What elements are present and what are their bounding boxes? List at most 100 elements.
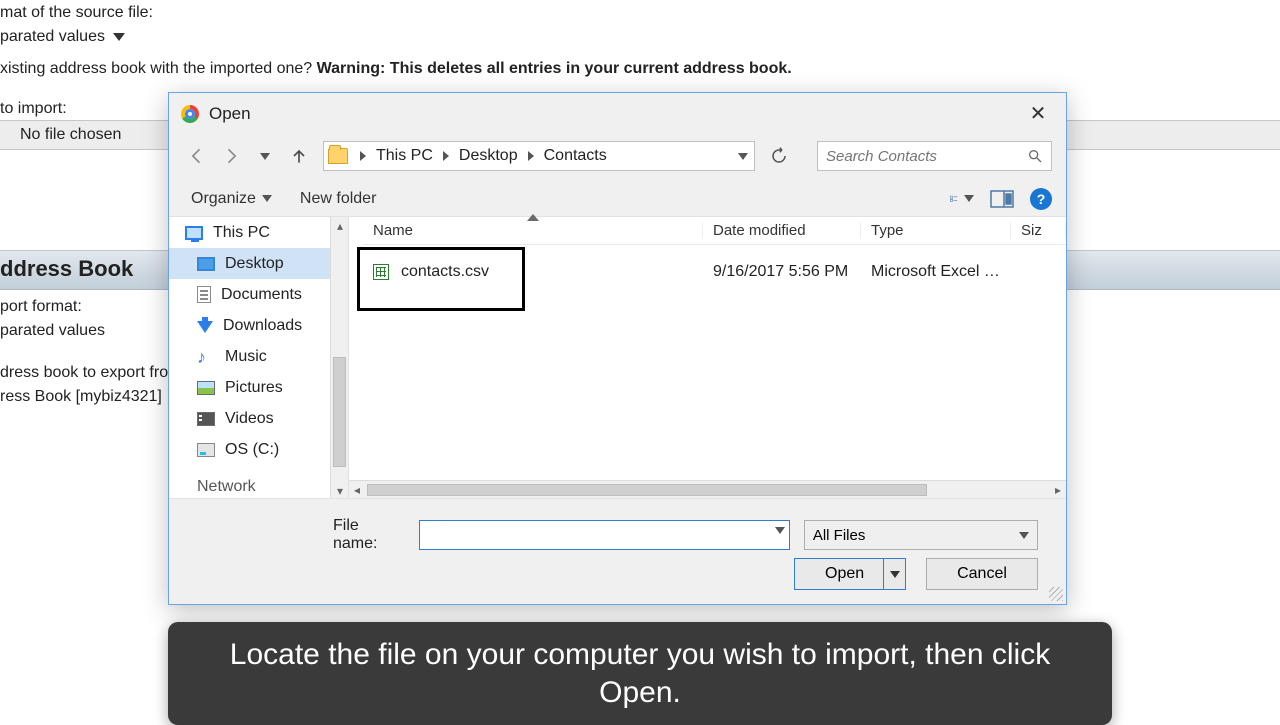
chevron-right-icon — [528, 151, 534, 161]
tree-label: Pictures — [225, 379, 283, 397]
pictures-icon — [197, 381, 215, 395]
tree-label: This PC — [213, 224, 270, 242]
sort-asc-icon — [527, 214, 539, 221]
toolbar: Organize New folder ? — [169, 181, 1066, 217]
col-name[interactable]: Name — [363, 222, 703, 239]
organize-menu[interactable]: Organize — [191, 190, 272, 208]
open-label: Open — [825, 565, 864, 583]
file-name: contacts.csv — [401, 263, 489, 281]
crumb-this-pc[interactable]: This PC — [372, 147, 437, 165]
open-split-dropdown[interactable] — [883, 559, 905, 589]
cancel-button[interactable]: Cancel — [926, 558, 1038, 590]
preview-pane-button[interactable] — [990, 188, 1014, 210]
help-button[interactable]: ? — [1030, 188, 1052, 210]
folder-tree: This PC Desktop Documents Downloads ♪ Mus… — [169, 217, 349, 498]
format-select[interactable]: parated values — [0, 28, 125, 46]
chevron-right-icon — [443, 151, 449, 161]
scroll-thumb[interactable] — [333, 357, 346, 467]
help-icon: ? — [1037, 191, 1046, 207]
forward-button[interactable] — [217, 142, 245, 170]
file-hscrollbar[interactable]: ◂ ▸ — [349, 480, 1066, 498]
chevron-down-icon — [262, 195, 272, 202]
tree-desktop[interactable]: Desktop — [169, 248, 348, 279]
search-input[interactable] — [826, 148, 1027, 165]
crumb-desktop[interactable]: Desktop — [455, 147, 522, 165]
tree-label: OS (C:) — [225, 441, 279, 459]
close-button[interactable]: ✕ — [1016, 99, 1060, 129]
chevron-right-icon — [360, 151, 366, 161]
tree-label: Network — [197, 478, 256, 496]
scroll-down-icon: ▾ — [334, 484, 346, 496]
export-book-value: ress Book [mybiz4321] — [0, 388, 162, 406]
open-button[interactable]: Open — [794, 558, 906, 590]
monitor-icon — [185, 226, 203, 240]
close-icon: ✕ — [1030, 104, 1047, 124]
path-dropdown[interactable] — [738, 153, 752, 160]
export-format-value: parated values — [0, 322, 105, 340]
no-file-chosen: No file chosen — [20, 126, 121, 144]
view-menu[interactable] — [950, 188, 974, 210]
warning-text: Warning: This deletes all entries in you… — [317, 60, 792, 77]
hscroll-thumb[interactable] — [367, 484, 927, 496]
tree-network[interactable]: Network — [169, 471, 348, 498]
col-size[interactable]: Siz — [1011, 222, 1066, 239]
import-label: to import: — [0, 100, 67, 118]
file-row[interactable]: contacts.csv 9/16/2017 5:56 PM Microsoft… — [363, 257, 1056, 287]
search-icon — [1027, 148, 1043, 164]
downloads-icon — [197, 321, 213, 333]
desktop-icon — [197, 257, 215, 271]
filetype-select[interactable]: All Files — [804, 520, 1038, 550]
tutorial-caption: Locate the file on your computer you wis… — [168, 622, 1112, 725]
search-box[interactable] — [817, 141, 1052, 171]
scroll-up-icon: ▴ — [334, 219, 346, 231]
button-row: Open Cancel — [794, 558, 1038, 590]
chevron-down-icon — [964, 195, 974, 202]
chevron-down-icon — [113, 33, 125, 41]
tree-documents[interactable]: Documents — [169, 279, 348, 310]
section-heading: ddress Book — [0, 256, 133, 282]
refresh-button[interactable] — [765, 142, 793, 170]
file-type: Microsoft Excel C… — [861, 263, 1011, 281]
crumb-contacts[interactable]: Contacts — [540, 147, 611, 165]
tree-downloads[interactable]: Downloads — [169, 310, 348, 341]
nav-row: This PC Desktop Contacts — [169, 135, 1066, 177]
tree-music[interactable]: ♪ Music — [169, 341, 348, 372]
filename-input[interactable] — [419, 520, 790, 550]
format-value: parated values — [0, 28, 105, 45]
tree-label: Desktop — [225, 255, 284, 273]
resize-grip[interactable] — [1049, 587, 1063, 601]
tree-pictures[interactable]: Pictures — [169, 372, 348, 403]
documents-icon — [197, 286, 211, 303]
new-folder-button[interactable]: New folder — [300, 190, 376, 208]
replace-warning-line: xisting address book with the imported o… — [0, 60, 792, 78]
up-button[interactable] — [285, 142, 313, 170]
filename-label: File name: — [333, 517, 405, 553]
tree-label: Music — [225, 348, 267, 366]
tree-osdisk[interactable]: OS (C:) — [169, 434, 348, 465]
cancel-label: Cancel — [957, 565, 1007, 583]
tree-videos[interactable]: Videos — [169, 403, 348, 434]
col-type[interactable]: Type — [861, 222, 1011, 239]
videos-icon — [197, 412, 215, 426]
col-date[interactable]: Date modified — [703, 222, 861, 239]
filename-row: File name: All Files — [333, 517, 1038, 553]
tree-scrollbar[interactable]: ▴ ▾ — [330, 217, 348, 498]
format-label: mat of the source file: — [0, 4, 153, 22]
open-file-dialog: Open ✕ This PC Desktop Contacts Organize — [168, 92, 1067, 605]
music-icon: ♪ — [197, 349, 215, 365]
scroll-left-icon: ◂ — [349, 483, 365, 497]
recent-dropdown[interactable] — [251, 142, 279, 170]
filetype-value: All Files — [813, 527, 866, 544]
tree-label: Documents — [221, 286, 302, 304]
organize-label: Organize — [191, 190, 256, 208]
tree-this-pc[interactable]: This PC — [169, 217, 348, 248]
chevron-down-icon — [1019, 532, 1029, 539]
dialog-title: Open — [209, 104, 251, 124]
file-name-cell: contacts.csv — [363, 263, 703, 281]
export-format-label: port format: — [0, 298, 82, 316]
chevron-down-icon — [738, 153, 748, 160]
folder-icon — [328, 148, 348, 164]
filename-dropdown[interactable] — [775, 527, 785, 534]
breadcrumb[interactable]: This PC Desktop Contacts — [323, 141, 755, 171]
back-button[interactable] — [183, 142, 211, 170]
